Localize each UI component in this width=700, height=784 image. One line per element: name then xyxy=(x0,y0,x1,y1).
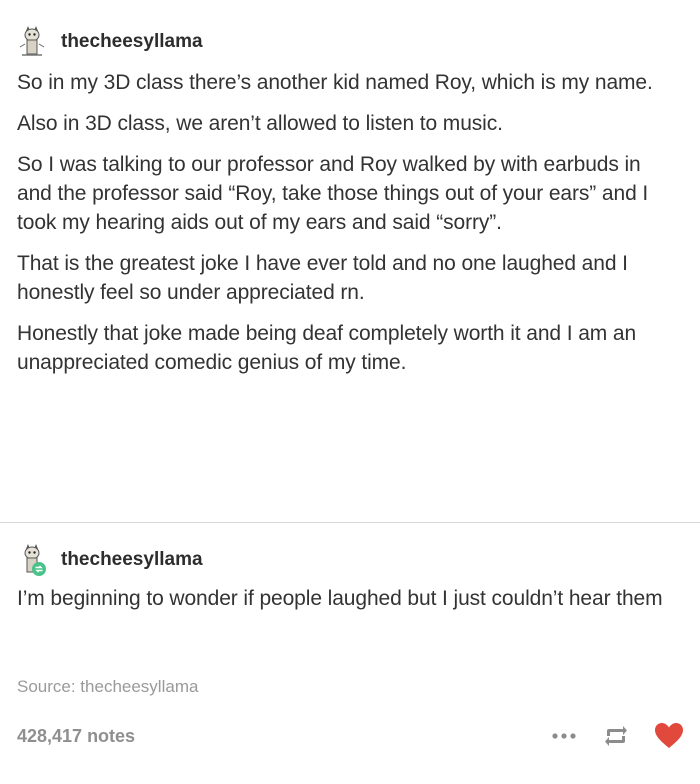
source-link[interactable]: Source: thecheesyllama xyxy=(17,677,198,697)
notes-count[interactable]: 428,417 notes xyxy=(17,726,135,747)
post-footer: 428,417 notes xyxy=(17,718,683,754)
post-actions xyxy=(551,723,683,749)
post-paragraph: Honestly that joke made being deaf compl… xyxy=(17,322,637,374)
reblog-comment: thecheesyllama I’m beginning to wonder i… xyxy=(17,542,677,613)
avatar[interactable] xyxy=(17,25,47,59)
avatar[interactable] xyxy=(17,543,47,577)
post-paragraph: Also in 3D class, we aren’t allowed to l… xyxy=(17,112,503,135)
post-paragraph: So in my 3D class there’s another kid na… xyxy=(17,71,653,94)
username[interactable]: thecheesyllama xyxy=(61,549,203,571)
original-post: thecheesyllama So in my 3D class there’s… xyxy=(17,24,677,389)
more-icon[interactable] xyxy=(551,732,577,740)
reblog-icon[interactable] xyxy=(603,725,629,747)
reblog-divider xyxy=(0,522,700,523)
post-paragraph: That is the greatest joke I have ever to… xyxy=(17,252,628,304)
like-heart-icon[interactable] xyxy=(655,723,683,749)
llama-avatar-icon xyxy=(17,25,47,59)
username[interactable]: thecheesyllama xyxy=(61,31,203,53)
llama-avatar-icon xyxy=(17,543,47,577)
reblog-text: I’m beginning to wonder if people laughe… xyxy=(17,587,663,610)
tumblr-post: thecheesyllama So in my 3D class there’s… xyxy=(0,0,700,784)
post-header: thecheesyllama xyxy=(17,24,677,60)
reblog-header: thecheesyllama xyxy=(17,542,677,578)
post-paragraph: So I was talking to our professor and Ro… xyxy=(17,153,649,234)
